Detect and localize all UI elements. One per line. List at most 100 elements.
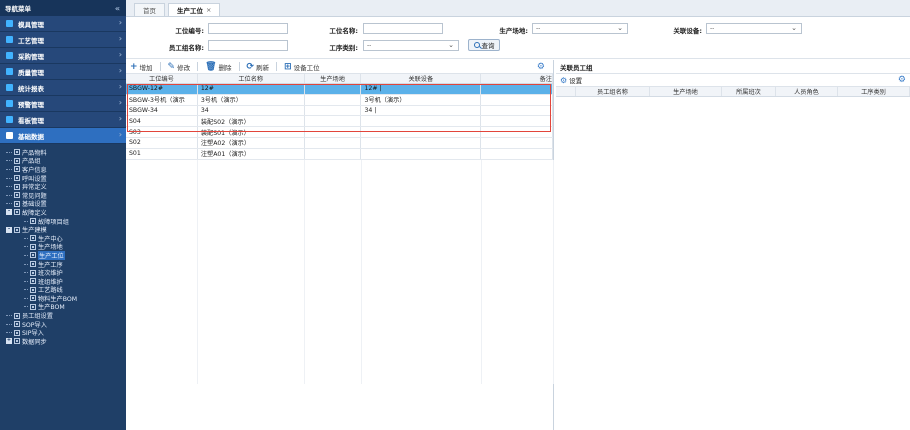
expand-icon[interactable]: +	[6, 338, 12, 345]
tree-item[interactable]: 产品物料	[0, 148, 126, 157]
station-name-input[interactable]	[363, 23, 443, 34]
table-row[interactable]: SBGW-12# 12# 12# |	[126, 84, 554, 95]
tree-connector	[6, 315, 12, 317]
column-header[interactable]: 员工组名称	[576, 87, 650, 96]
table-row[interactable]: S01 注塑A01（演示）	[126, 148, 554, 160]
sidebar-item-4[interactable]: 统计报表 ›	[0, 80, 126, 96]
delete-label: 删除	[218, 63, 232, 72]
toolbar-divider	[159, 62, 161, 71]
document-icon	[14, 338, 20, 345]
database-icon	[6, 132, 13, 139]
sidebar-item-label: 看板管理	[18, 116, 44, 125]
tree-item[interactable]: - 故障定义	[0, 208, 126, 217]
sidebar-item-5[interactable]: 预警管理 ›	[0, 96, 126, 112]
tree-item[interactable]: 生产工序	[0, 260, 126, 269]
document-icon	[14, 166, 20, 173]
sidebar-item-label: 采购管理	[18, 52, 44, 61]
tree-item[interactable]: 生产工位	[0, 250, 126, 260]
tree-connector	[6, 203, 12, 205]
tree-item[interactable]: 生产中心	[0, 234, 126, 243]
tree-item[interactable]: 生产BOM	[0, 303, 126, 311]
column-header[interactable]: 关联设备	[361, 74, 482, 83]
table-cell-code: S04	[126, 116, 198, 127]
tree-connector	[6, 160, 12, 162]
column-header[interactable]: 生产场地	[305, 74, 362, 83]
sidebar-item-1[interactable]: 工艺管理 ›	[0, 32, 126, 48]
tree-item[interactable]: 呼叫设置	[0, 174, 126, 183]
column-header[interactable]: 工位编号	[126, 74, 198, 83]
refresh-button[interactable]: ⟳ 刷新	[247, 62, 270, 72]
tree-item[interactable]: 基础设置	[0, 200, 126, 208]
column-header[interactable]: 人员角色	[776, 87, 838, 96]
document-icon	[14, 149, 20, 156]
sidebar-item-6[interactable]: 看板管理 ›	[0, 112, 126, 128]
process-type-select[interactable]: -- ⌄	[363, 40, 459, 51]
column-header[interactable]: 生产场地	[650, 87, 722, 96]
column-header[interactable]: 备注	[481, 74, 553, 83]
tree-item[interactable]: 物料生产BOM	[0, 294, 126, 303]
tree-item[interactable]: 员工组设置	[0, 311, 126, 320]
sidebar-item-0[interactable]: 模具管理 ›	[0, 16, 126, 32]
site-select[interactable]: -- ⌄	[532, 23, 628, 34]
table-row[interactable]: SBGW-34 34 34 |	[126, 105, 554, 117]
document-icon	[14, 192, 20, 199]
gear-icon[interactable]: ⚙	[898, 75, 906, 85]
tree-connector	[6, 186, 12, 188]
tree-item[interactable]: 常见问题	[0, 191, 126, 200]
delete-button[interactable]: 🗑 删除	[205, 62, 231, 72]
gear-icon[interactable]: ⚙	[537, 62, 545, 72]
tree-item[interactable]: 客户信息	[0, 165, 126, 174]
collapse-icon[interactable]: -	[6, 209, 12, 216]
tree-connector	[24, 263, 28, 265]
query-button[interactable]: 查询	[468, 39, 500, 51]
close-icon[interactable]: ×	[206, 6, 211, 14]
tree-item[interactable]: 产品组	[0, 157, 126, 165]
table-cell-equipment	[361, 148, 482, 159]
tree-item[interactable]: 班组维护	[0, 277, 126, 286]
column-header[interactable]: 所属班次	[722, 87, 776, 96]
grid-empty-area	[126, 160, 554, 384]
table-row[interactable]: S02 注塑A02（演示）	[126, 137, 554, 149]
chevron-right-icon: ›	[118, 114, 122, 123]
column-header[interactable]: 工位名称	[198, 74, 305, 83]
tree-item[interactable]: 工艺路线	[0, 286, 126, 294]
equipment-select[interactable]: -- ⌄	[706, 23, 802, 34]
table-row[interactable]: SBGW-3号机（演示 3号机（演示） 3号机（演示）	[126, 94, 554, 106]
column-header[interactable]: 工序类别	[838, 87, 910, 96]
table-row[interactable]: S03 装配S01（演示）	[126, 127, 554, 138]
document-icon	[30, 286, 36, 293]
tree-item[interactable]: + 数据同步	[0, 337, 126, 346]
table-cell-code: S02	[126, 137, 198, 148]
tree-item[interactable]: - 生产建模	[0, 225, 126, 234]
tree-item[interactable]: SOP导入	[0, 320, 126, 329]
sidebar-item-3[interactable]: 质量管理 ›	[0, 64, 126, 80]
tree-item[interactable]: 故障项目组	[0, 217, 126, 226]
station-no-input[interactable]	[208, 23, 288, 34]
add-label: 增加	[139, 63, 153, 72]
table-cell-name: 装配S02（演示）	[198, 116, 305, 127]
collapse-icon[interactable]: «	[115, 4, 120, 13]
sidebar-item-7[interactable]: 基础数据 ›	[0, 128, 126, 144]
collapse-icon[interactable]: -	[6, 226, 12, 233]
chart-icon	[6, 84, 13, 91]
tree-item[interactable]: 异常定义	[0, 182, 126, 191]
table-cell-site	[305, 148, 362, 159]
tree-item[interactable]: 班次维护	[0, 268, 126, 277]
add-button[interactable]: + 增加	[130, 62, 153, 72]
gear-icon	[6, 36, 13, 43]
cart-icon	[6, 52, 13, 59]
edit-button[interactable]: ✎ 修改	[168, 62, 191, 72]
settings-button[interactable]: 设置	[569, 75, 582, 85]
tab-1[interactable]: 生产工位 ×	[168, 3, 221, 16]
table-cell-equipment: 3号机（演示）	[361, 94, 482, 105]
chevron-right-icon: ›	[118, 50, 122, 59]
tree-item[interactable]: 生产场地	[0, 243, 126, 251]
tab-0[interactable]: 首页	[134, 3, 165, 16]
tree-item[interactable]: SIP导入	[0, 328, 126, 337]
equipment-position-button[interactable]: ⊞ 设备工位	[284, 62, 320, 72]
table-row[interactable]: S04 装配S02（演示）	[126, 116, 554, 128]
group-name-input[interactable]	[208, 40, 288, 51]
sidebar-item-label: 模具管理	[18, 20, 44, 29]
sidebar-item-2[interactable]: 采购管理 ›	[0, 48, 126, 64]
sidebar-title: 导航菜单	[5, 5, 31, 13]
